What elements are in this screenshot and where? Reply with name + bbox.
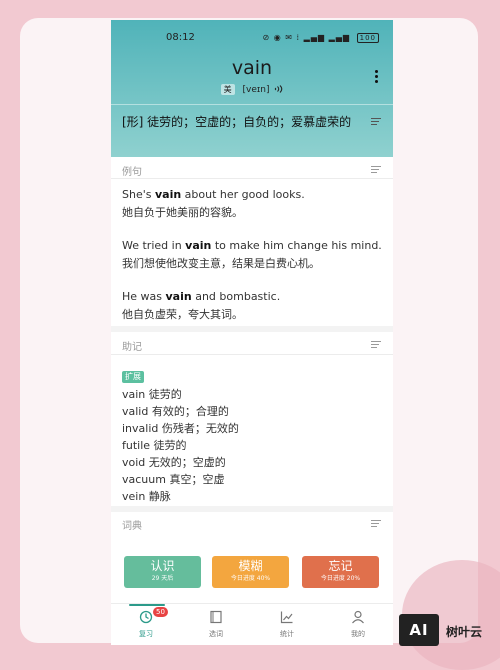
status-indicator-icons: ⊘ ◉ ✉ ⁞ ▂▄▆ ▂▄▆ <box>262 33 351 42</box>
status-icons: ⊘ ◉ ✉ ⁞ ▂▄▆ ▂▄▆ 100 <box>263 33 379 43</box>
mnemonic-item: vein 静脉 <box>122 490 171 503</box>
example-item: She's vain about her good looks. 她自负于她美丽… <box>122 186 384 222</box>
section-spacer <box>111 326 393 332</box>
active-tab-indicator <box>129 604 165 606</box>
mnemonic-menu-icon[interactable] <box>371 341 381 349</box>
example-keyword: vain <box>154 188 182 201</box>
user-icon <box>352 610 364 624</box>
example-english: She's vain about her good looks. <box>122 188 305 201</box>
tab-stats[interactable]: 统计 <box>262 610 312 639</box>
mnemonic-item: invalid 伤残者；无效的 <box>122 422 239 435</box>
extension-badge: 扩展 <box>122 371 144 383</box>
phone-screen: 08:12 ⊘ ◉ ✉ ⁞ ▂▄▆ ▂▄▆ 100 vain 美 [veɪn] … <box>111 20 393 645</box>
accent-label: 美 <box>220 84 235 95</box>
mnemonic-item: futile 徒劳的 <box>122 439 187 452</box>
forget-button[interactable]: 忘记 今日进度 20% <box>302 556 379 588</box>
mnemonic-divider <box>111 354 393 355</box>
mnemonic-item: vain 徒劳的 <box>122 388 182 401</box>
vague-button[interactable]: 模糊 今日进度 40% <box>212 556 289 588</box>
chart-icon <box>280 611 293 624</box>
mnemonic-item: valid 有效的；合理的 <box>122 405 229 418</box>
mnemonic-title: 助记 <box>122 342 142 353</box>
dictionary-title: 词典 <box>122 521 142 532</box>
example-chinese: 他自负虚荣，夸大其词。 <box>122 308 243 321</box>
examples-title: 例句 <box>122 167 142 178</box>
example-chinese: 她自负于她美丽的容貌。 <box>122 206 243 219</box>
know-button[interactable]: 认识 29 天后 <box>124 556 201 588</box>
example-keyword: vain <box>165 290 192 303</box>
timer-icon <box>139 610 153 624</box>
example-english: He was vain and bombastic. <box>122 290 281 303</box>
mnemonic-item: vacuum 真空；空虚 <box>122 473 225 486</box>
example-item: We tried in vain to make him change his … <box>122 237 384 273</box>
section-spacer <box>111 506 393 512</box>
example-item: He was vain and bombastic. 他自负虚荣，夸大其词。 <box>122 288 384 324</box>
speaker-icon[interactable] <box>274 85 283 93</box>
word-header: 08:12 ⊘ ◉ ✉ ⁞ ▂▄▆ ▂▄▆ 100 vain 美 [veɪn] … <box>111 20 393 157</box>
mnemonic-list: 扩展 vain 徒劳的 valid 有效的；合理的 invalid 伤残者；无效… <box>122 364 239 505</box>
examples-menu-icon[interactable] <box>371 166 381 174</box>
book-icon <box>210 610 222 624</box>
examples-list: She's vain about her good looks. 她自负于她美丽… <box>122 186 384 339</box>
watermark-text: 树叶云 <box>446 625 483 639</box>
bottom-tab-bar: 复习 50 选词 统计 我的 <box>111 603 393 645</box>
header-divider <box>111 104 393 105</box>
headword: vain <box>231 57 273 79</box>
tab-mine[interactable]: 我的 <box>333 610 383 639</box>
watermark-logo: AI <box>399 614 439 646</box>
mnemonic-item: void 无效的；空虚的 <box>122 456 226 469</box>
example-english: We tried in vain to make him change his … <box>122 239 382 252</box>
definition-text: [形] 徒劳的；空虚的；自负的；爱慕虚荣的 <box>122 115 352 129</box>
phonetic-text: [veɪn] <box>242 85 270 95</box>
more-options-icon[interactable] <box>372 70 380 84</box>
status-time: 08:12 <box>166 32 195 43</box>
definition-menu-icon[interactable] <box>371 118 381 126</box>
tab-select-words[interactable]: 选词 <box>191 610 241 639</box>
examples-divider <box>111 178 393 179</box>
review-count-badge: 50 <box>153 607 168 617</box>
battery-icon: 100 <box>356 33 379 43</box>
example-keyword: vain <box>185 239 212 252</box>
example-chinese: 我们想使他改变主意，结果是白费心机。 <box>122 257 320 270</box>
pronunciation[interactable]: 美 [veɪn] <box>111 84 393 95</box>
dictionary-menu-icon[interactable] <box>371 520 381 528</box>
review-actions: 认识 29 天后 模糊 今日进度 40% 忘记 今日进度 20% <box>111 556 393 592</box>
